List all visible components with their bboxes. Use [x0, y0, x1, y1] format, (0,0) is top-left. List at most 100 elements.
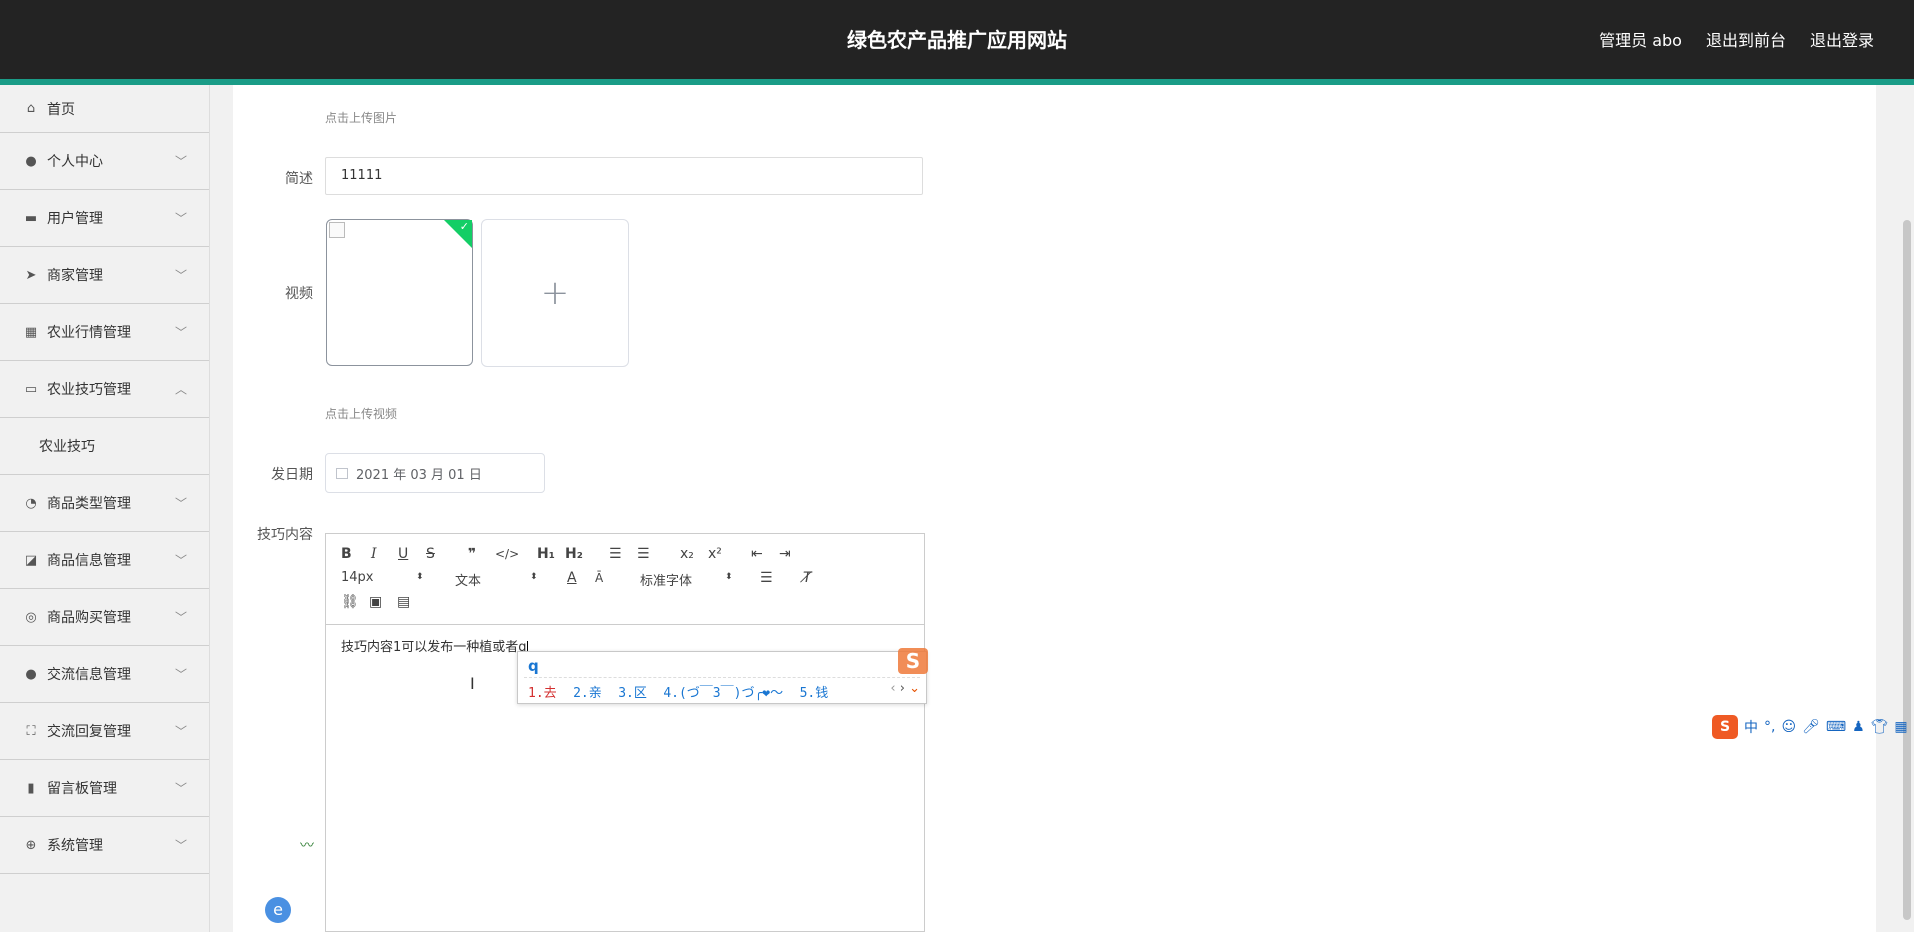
sidebar-item-exchange-replies[interactable]: ⛶ 交流回复管理 ﹀: [0, 703, 209, 760]
sidebar-item-product-types[interactable]: ◔ 商品类型管理 ﹀: [0, 475, 209, 532]
sidebar-item-merchants[interactable]: ➤ 商家管理 ﹀: [0, 247, 209, 304]
add-video-button[interactable]: +: [481, 219, 629, 367]
rich-text-editor[interactable]: B I U S ❞ </> H₁ H₂ ☰ ☰ x₂ x² ⇤ ⇥ 14px ⬍…: [325, 533, 925, 932]
video-icon[interactable]: ▤: [397, 594, 410, 610]
chevron-down-icon: ﹀: [174, 781, 187, 796]
microphone-icon[interactable]: 🎤︎: [1802, 719, 1820, 735]
ime-divider: [524, 677, 920, 678]
background-color-icon[interactable]: Ā: [595, 570, 603, 586]
link-icon[interactable]: ⛓: [341, 594, 359, 610]
sidebar-item-personal-center[interactable]: ● 个人中心 ﹀: [0, 133, 209, 190]
font-color-icon[interactable]: A: [567, 570, 577, 586]
sidebar-item-messages[interactable]: ▮ 留言板管理 ﹀: [0, 760, 209, 817]
chevron-down-icon: ﹀: [174, 667, 187, 682]
editor-content[interactable]: 技巧内容1可以发布一种植或者q: [341, 636, 528, 655]
chevron-down-icon: ﹀: [174, 610, 187, 625]
logout-link[interactable]: 退出登录: [1810, 27, 1874, 51]
video-upload-hint: 点击上传视频: [325, 407, 398, 421]
sidebar-item-market[interactable]: ▦ 农业行情管理 ﹀: [0, 304, 209, 361]
align-icon[interactable]: ☰: [760, 570, 773, 586]
date-label: 发日期: [271, 467, 313, 483]
font-family-picker[interactable]: 标准字体 ⬍: [640, 570, 733, 589]
ime-mode-indicator[interactable]: 中: [1744, 717, 1758, 737]
ime-candidate[interactable]: 5.钱: [800, 686, 829, 701]
sidebar-item-users[interactable]: ▬ 用户管理 ﹀: [0, 190, 209, 247]
chevron-down-icon: ﹀: [174, 325, 187, 340]
text-type-picker[interactable]: 文本 ⬍: [455, 570, 538, 589]
ime-candidate[interactable]: 3.区: [618, 686, 647, 701]
sidebar-item-label: 商品类型管理: [47, 496, 131, 512]
floating-assistant-icon[interactable]: e: [265, 897, 291, 923]
summary-input[interactable]: 11111: [325, 157, 923, 195]
sidebar-item-tips[interactable]: ▭ 农业技巧管理 ︿: [0, 361, 209, 418]
home-icon: ⌂: [26, 101, 36, 116]
user-icon[interactable]: ♟: [1852, 719, 1865, 735]
plus-icon: +: [540, 273, 570, 313]
bold-icon[interactable]: B: [341, 546, 352, 562]
ime-page-nav[interactable]: ‹ › ⌄: [890, 681, 920, 696]
send-icon: ➤: [25, 267, 37, 283]
heading2-icon[interactable]: H₂: [565, 546, 583, 562]
sidebar-item-system[interactable]: ⊕ 系统管理 ﹀: [0, 817, 209, 874]
ime-candidate[interactable]: 2.亲: [573, 686, 602, 701]
scrollbar-thumb[interactable]: [1903, 220, 1911, 920]
subscript-icon[interactable]: x₂: [680, 546, 694, 562]
ime-candidate[interactable]: 1.去: [528, 686, 557, 701]
admin-user-link[interactable]: 管理员 abo: [1599, 27, 1682, 51]
image-icon[interactable]: ▣: [369, 594, 382, 610]
editor-text: 技巧内容1可以发布一种植或者q: [341, 640, 527, 655]
indent-icon[interactable]: ⇥: [779, 546, 791, 562]
ime-candidate[interactable]: 4.(づ￣3￣)づ╭❤～: [663, 686, 783, 701]
ordered-list-icon[interactable]: ☰: [609, 546, 622, 562]
sidebar-item-label: 个人中心: [47, 154, 103, 170]
chevron-down-icon: ﹀: [174, 724, 187, 739]
chevron-down-icon: ﹀: [174, 496, 187, 511]
outdent-icon[interactable]: ⇤: [751, 546, 763, 562]
underline-icon[interactable]: U: [398, 546, 408, 562]
ime-status-bar[interactable]: S 中 °, ☺ 🎤︎ ⌨ ♟ 👕︎ ▦: [1712, 714, 1908, 740]
sidebar-item-purchases[interactable]: ◎ 商品购买管理 ﹀: [0, 589, 209, 646]
check-icon: ✓: [459, 220, 469, 233]
punctuation-icon[interactable]: °,: [1764, 719, 1775, 735]
sidebar-item-exchange-info[interactable]: ● 交流信息管理 ﹀: [0, 646, 209, 703]
clear-format-icon[interactable]: T̸: [803, 570, 812, 586]
user-icon: ●: [25, 666, 37, 682]
sidebar-item-label: 用户管理: [47, 211, 103, 227]
strike-icon[interactable]: S: [426, 546, 435, 562]
blockquote-icon[interactable]: ❞: [468, 546, 476, 562]
sidebar-item-label: 交流回复管理: [47, 724, 131, 740]
sidebar-item-label: 商品信息管理: [47, 553, 131, 569]
italic-icon[interactable]: I: [371, 546, 377, 562]
sogou-logo-icon: S: [1712, 715, 1738, 739]
bullet-list-icon[interactable]: ☰: [637, 546, 650, 562]
back-to-front-link[interactable]: 退出到前台: [1706, 27, 1786, 51]
page-scrollbar[interactable]: [1900, 85, 1914, 932]
sidebar-item-product-info[interactable]: ◪ 商品信息管理 ﹀: [0, 532, 209, 589]
chat-icon: ▬: [24, 210, 38, 226]
sidebar-item-label: 系统管理: [47, 838, 103, 854]
grid-icon[interactable]: ▦: [1894, 719, 1907, 735]
picker-arrows-icon: ⬍: [725, 572, 733, 582]
content-label: 技巧内容: [257, 527, 313, 543]
video-label: 视频: [285, 286, 313, 302]
keyboard-icon[interactable]: ⌨: [1826, 719, 1846, 735]
date-value: 2021 年 03 月 01 日: [356, 467, 482, 483]
summary-label: 简述: [285, 171, 313, 187]
skin-icon[interactable]: 👕︎: [1871, 719, 1889, 735]
chevron-down-icon: ﹀: [174, 553, 187, 568]
font-size-picker[interactable]: 14px ⬍: [341, 570, 424, 585]
sidebar-subitem-tips[interactable]: 农业技巧: [0, 418, 209, 475]
user-icon: ●: [25, 153, 37, 169]
sidebar-item-home[interactable]: ⌂ 首页: [0, 85, 209, 133]
sidebar-item-label: 农业技巧管理: [47, 382, 131, 398]
sogou-logo-icon: S: [898, 648, 928, 674]
heading1-icon[interactable]: H₁: [537, 546, 555, 562]
superscript-icon[interactable]: x²: [708, 546, 722, 562]
calendar-icon: [336, 467, 348, 479]
sidebar-item-label: 农业行情管理: [47, 325, 131, 341]
emoji-icon[interactable]: ☺: [1781, 719, 1796, 735]
uploaded-video-thumbnail[interactable]: ✓: [326, 219, 473, 366]
chevron-down-icon: ﹀: [174, 154, 187, 169]
code-icon[interactable]: </>: [495, 546, 519, 562]
date-picker[interactable]: 2021 年 03 月 01 日: [325, 453, 545, 493]
